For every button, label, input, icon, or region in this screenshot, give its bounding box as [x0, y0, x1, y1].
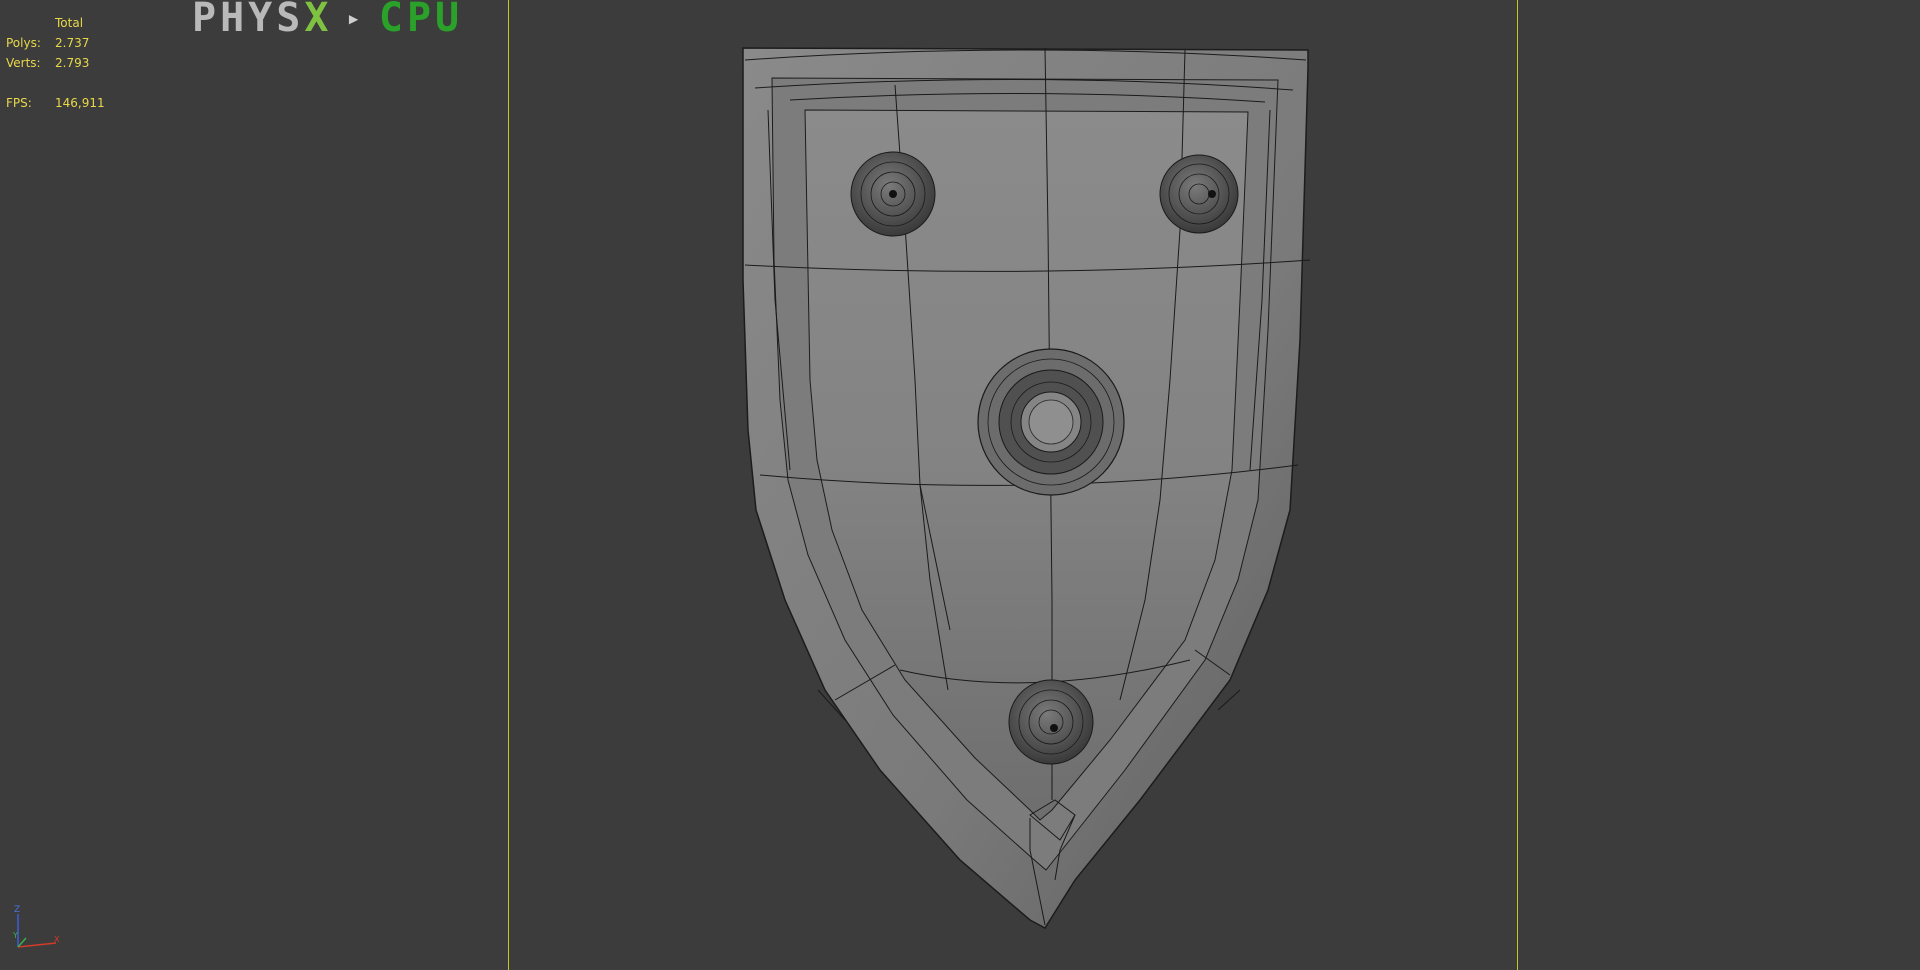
rivet-top-right: [1159, 154, 1239, 234]
gizmo-x-label: X: [54, 935, 60, 944]
rivet-top-left: [850, 151, 936, 237]
shield-model[interactable]: [0, 0, 1920, 970]
rivet-bottom: [1008, 679, 1094, 765]
center-boss: [977, 348, 1125, 496]
axis-gizmo-icon: Z Y X: [12, 905, 60, 948]
gizmo-y-label: Y: [12, 931, 18, 940]
perspective-viewport[interactable]: Total Polys: 2.737 Verts: 2.793 FPS: 146…: [0, 0, 1920, 970]
gizmo-z-label: Z: [14, 905, 20, 915]
